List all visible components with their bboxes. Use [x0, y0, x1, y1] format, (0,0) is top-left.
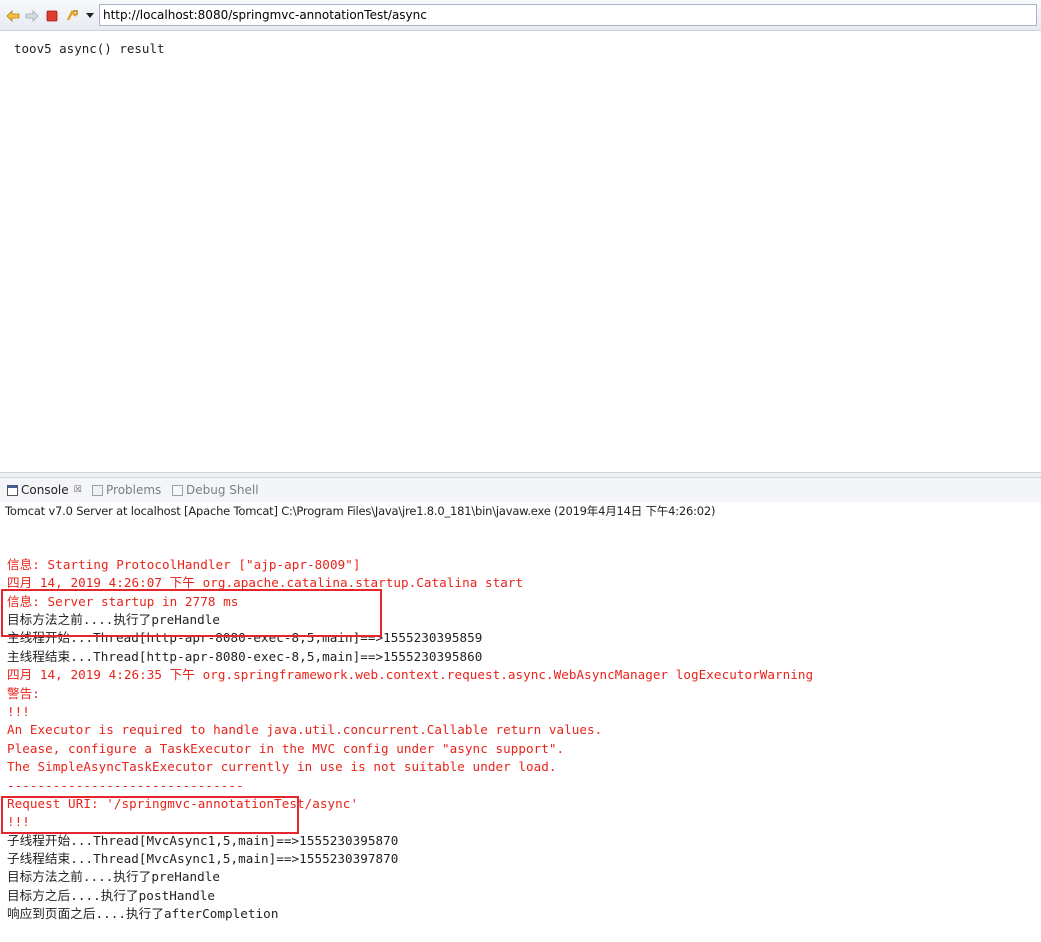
console-line: 四月 14, 2019 4:26:35 下午 org.springframewo… — [7, 667, 814, 683]
tab-debug-shell[interactable]: Debug Shell — [172, 482, 259, 498]
refresh-icon[interactable] — [64, 8, 80, 24]
console-line: 主线程结束...Thread[http-apr-8080-exec-8,5,ma… — [7, 648, 483, 664]
back-icon[interactable] — [5, 8, 21, 24]
browser-toolbar: http://localhost:8080/springmvc-annotati… — [0, 0, 1041, 31]
forward-icon[interactable] — [24, 8, 40, 24]
close-icon[interactable]: ☒ — [74, 482, 82, 498]
console-output[interactable]: 信息: Starting ProtocolHandler ["ajp-apr-8… — [7, 519, 1037, 942]
tab-debug-shell-label: Debug Shell — [186, 483, 259, 497]
problems-icon — [92, 484, 103, 496]
console-line: ------------------------------- — [7, 777, 244, 793]
console-line: 目标方之后....执行了postHandle — [7, 887, 215, 903]
console-line: 响应到页面之后....执行了afterCompletion — [7, 906, 279, 922]
console-line: !!! — [7, 703, 30, 719]
tab-problems[interactable]: Problems — [92, 482, 161, 498]
console-process-header: Tomcat v7.0 Server at localhost [Apache … — [5, 504, 716, 518]
tab-console[interactable]: Console ☒ — [7, 482, 82, 498]
console-line: 信息: Starting ProtocolHandler ["ajp-apr-8… — [7, 556, 361, 572]
tab-console-label: Console — [21, 483, 69, 497]
debug-shell-icon — [172, 484, 183, 496]
highlight-box-child-thread — [1, 796, 299, 834]
console-icon — [7, 484, 18, 496]
console-line: Please, configure a TaskExecutor in the … — [7, 740, 565, 756]
page-content: toov5 async() result — [14, 41, 165, 56]
url-field[interactable]: http://localhost:8080/springmvc-annotati… — [99, 4, 1037, 26]
tab-problems-label: Problems — [106, 483, 162, 497]
console-line: 目标方法之前....执行了preHandle — [7, 869, 221, 885]
console-line: 子线程开始...Thread[MvcAsync1,5,main]==>15552… — [7, 832, 399, 848]
console-tab-bar: Console ☒ Problems Debug Shell — [0, 478, 1041, 502]
stop-icon[interactable] — [44, 8, 60, 24]
console-line: 警告: — [7, 685, 40, 701]
console-line: An Executor is required to handle java.u… — [7, 722, 603, 738]
page-view: toov5 async() result — [0, 32, 1041, 472]
console-line: 子线程结束...Thread[MvcAsync1,5,main]==>15552… — [7, 851, 399, 867]
dropdown-icon[interactable] — [82, 8, 98, 24]
console-line: The SimpleAsyncTaskExecutor currently in… — [7, 759, 557, 775]
highlight-box-main-thread — [1, 589, 382, 637]
